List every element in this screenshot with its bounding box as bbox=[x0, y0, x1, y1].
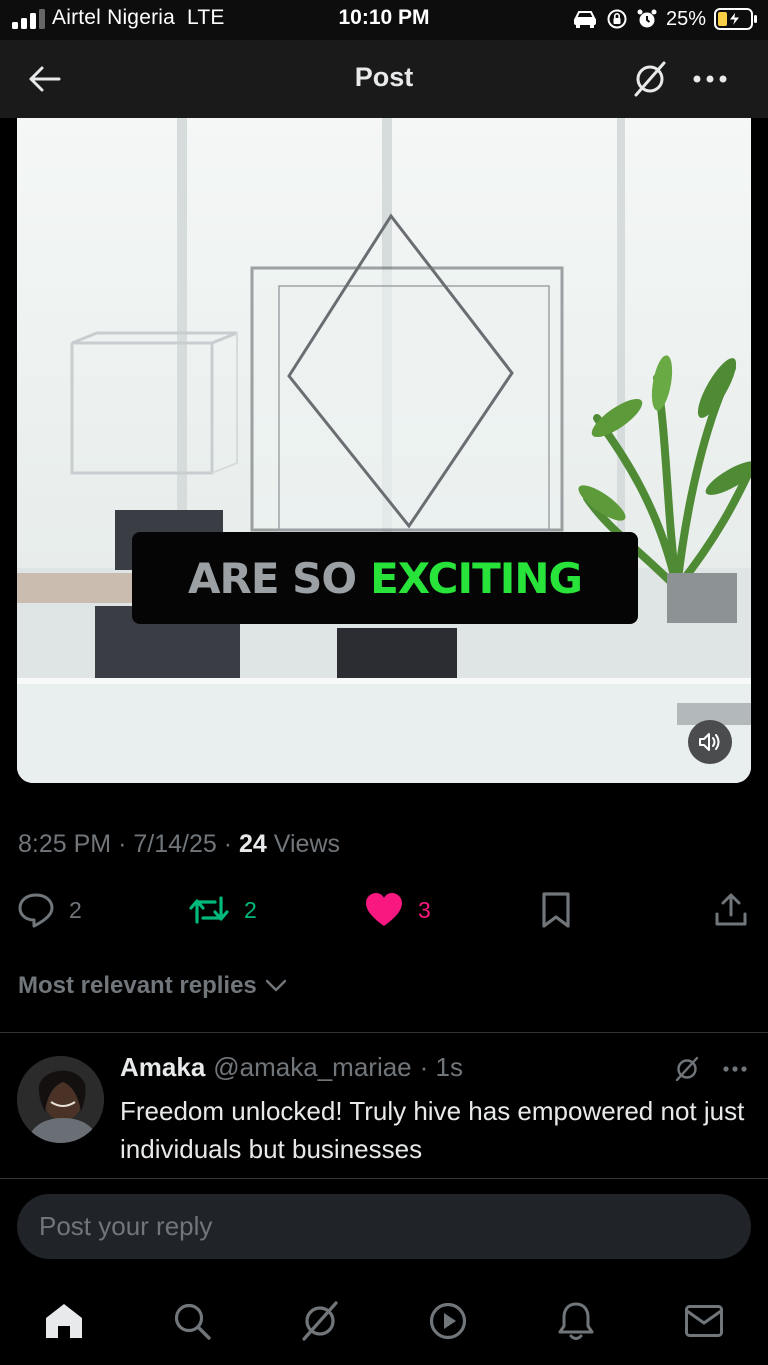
search-icon bbox=[174, 1303, 211, 1340]
reply-button[interactable]: 2 bbox=[17, 888, 82, 932]
views-count: 24 bbox=[239, 830, 267, 858]
chevron-down-icon bbox=[265, 979, 286, 992]
more-icon bbox=[723, 1066, 747, 1072]
meta-separator: · bbox=[223, 830, 233, 858]
reply-author-handle[interactable]: @amaka_mariae bbox=[213, 1052, 411, 1083]
orientation-lock-icon bbox=[607, 9, 627, 29]
avatar-image bbox=[17, 1056, 104, 1143]
like-button[interactable]: 3 bbox=[364, 888, 431, 932]
video-icon bbox=[429, 1302, 467, 1340]
reply-count: 2 bbox=[69, 896, 82, 923]
reply-header: Amaka @amaka_mariae · 1s bbox=[120, 1052, 463, 1083]
replies-sort-label: Most relevant replies bbox=[18, 972, 257, 999]
tab-messages[interactable] bbox=[678, 1295, 730, 1347]
reply-icon bbox=[18, 893, 54, 928]
tab-search[interactable] bbox=[166, 1295, 218, 1347]
more-icon bbox=[693, 75, 727, 83]
home-icon bbox=[46, 1304, 82, 1338]
share-icon bbox=[715, 893, 747, 926]
alarm-icon bbox=[637, 9, 657, 28]
reply-more-button[interactable] bbox=[718, 1052, 752, 1086]
repost-button[interactable]: 2 bbox=[188, 888, 257, 932]
heart-icon bbox=[366, 893, 402, 926]
grok-button[interactable] bbox=[628, 58, 672, 100]
video-caption: ARE SO EXCITING bbox=[132, 532, 638, 624]
volume-button[interactable] bbox=[688, 720, 732, 764]
reply-input[interactable] bbox=[17, 1194, 751, 1259]
battery-percent: 25% bbox=[665, 7, 706, 30]
reply-author-name[interactable]: Amaka bbox=[120, 1052, 205, 1083]
reply-grok-button[interactable] bbox=[670, 1052, 704, 1086]
like-count: 3 bbox=[418, 896, 431, 923]
post-date: 7/14/25 bbox=[133, 830, 217, 858]
more-button[interactable] bbox=[688, 58, 732, 100]
tab-home[interactable] bbox=[38, 1295, 90, 1347]
video-frame-scene bbox=[17, 118, 751, 783]
caption-text-part1: ARE SO bbox=[187, 553, 357, 603]
reply-composer[interactable] bbox=[17, 1194, 751, 1259]
views-label: Views bbox=[273, 830, 341, 858]
grok-icon bbox=[302, 1301, 338, 1341]
post-header: Post bbox=[0, 40, 768, 118]
car-icon bbox=[573, 11, 596, 28]
reply-text: Freedom unlocked! Truly hive has empower… bbox=[120, 1096, 745, 1164]
status-icons: 25% bbox=[572, 6, 758, 32]
post-time: 8:25 PM bbox=[18, 830, 112, 858]
share-button[interactable] bbox=[714, 888, 748, 932]
bookmark-button[interactable] bbox=[540, 888, 572, 932]
reply-timestamp: · 1s bbox=[419, 1052, 463, 1082]
post-actions: 2 2 3 bbox=[0, 888, 768, 932]
grok-icon bbox=[634, 61, 666, 97]
bottom-tab-bar bbox=[0, 1285, 768, 1355]
meta-separator: · bbox=[118, 830, 127, 858]
battery-charging-icon bbox=[714, 8, 757, 30]
tab-grok[interactable] bbox=[294, 1295, 346, 1347]
bookmark-icon bbox=[542, 892, 570, 928]
post-meta: 8:25 PM · 7/14/25 · 24 Views bbox=[18, 830, 340, 859]
grok-icon bbox=[675, 1056, 699, 1082]
caption-text-part2: EXCITING bbox=[370, 553, 583, 603]
repost-icon bbox=[189, 896, 229, 924]
messages-icon bbox=[685, 1305, 723, 1337]
divider bbox=[0, 1178, 768, 1179]
volume-icon bbox=[699, 733, 720, 751]
post-video[interactable]: ARE SO EXCITING bbox=[17, 118, 751, 783]
avatar[interactable] bbox=[17, 1056, 104, 1143]
status-bar: Airtel Nigeria LTE 10:10 PM 25% bbox=[0, 0, 768, 40]
tab-notifications[interactable] bbox=[550, 1295, 602, 1347]
tab-video[interactable] bbox=[422, 1295, 474, 1347]
notifications-icon bbox=[558, 1302, 594, 1340]
replies-sort-dropdown[interactable]: Most relevant replies bbox=[18, 972, 287, 1000]
repost-count: 2 bbox=[244, 896, 257, 923]
divider bbox=[0, 1032, 768, 1033]
